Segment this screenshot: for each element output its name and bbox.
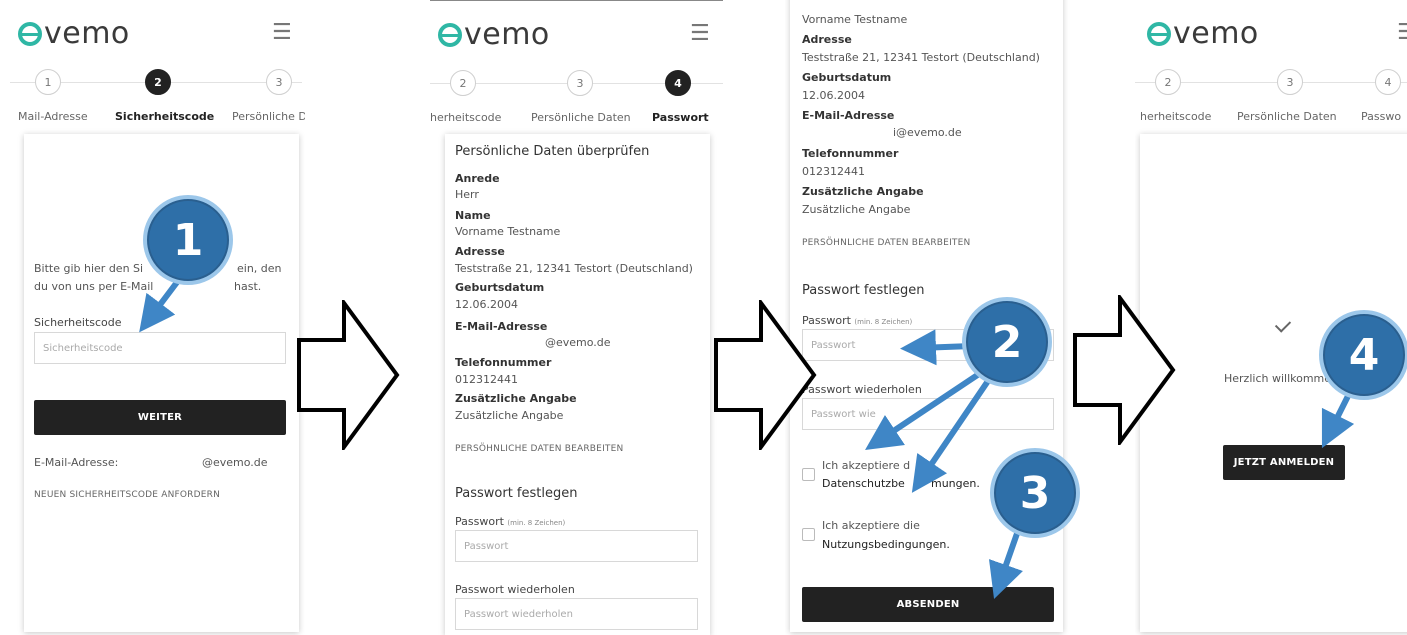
step-label-security: herheitscode — [1140, 110, 1212, 123]
step-2: 2 — [1155, 69, 1181, 95]
evemo-logo: vemo — [1147, 16, 1259, 51]
privacy-text-1: Ich akzeptiere d — [822, 459, 911, 472]
field-value-extra: Zusätzliche Angabe — [802, 203, 911, 216]
step-2: 2 — [450, 70, 476, 96]
review-title: Persönliche Daten überprüfen — [455, 144, 650, 159]
password-repeat-label: Passwort wiederholen — [455, 583, 575, 596]
password-label: Passwort (min. 8 Zeichen) — [455, 515, 566, 528]
password-input[interactable]: Passwort — [455, 530, 698, 562]
step-label-personal: Persönliche Daten — [1237, 110, 1337, 123]
step-label-security-code: Sicherheitscode — [115, 110, 215, 123]
password-title: Passwort festlegen — [455, 486, 578, 501]
password-repeat-input[interactable]: Passwort wiederholen — [455, 598, 698, 630]
field-value-birthdate: 12.06.2004 — [802, 89, 865, 102]
field-value-birthdate: 12.06.2004 — [455, 298, 518, 311]
review-card: Persönliche Daten überprüfen Anrede Herr… — [445, 134, 710, 635]
edit-personal-data-link[interactable]: PERSÖHNLICHE DATEN BEARBEITEN — [455, 444, 623, 454]
terms-link[interactable]: Nutzungsbedingungen. — [822, 538, 950, 551]
field-label-address: Adresse — [802, 33, 852, 46]
step-label-security: herheitscode — [430, 111, 502, 124]
screen-security-code: vemo ☰ 1 2 3 Mail-Adresse Sicherheitscod… — [0, 0, 305, 635]
step-label-personal: Persönliche D — [232, 110, 305, 123]
continue-button[interactable]: WEITER — [34, 400, 286, 435]
step-1: 1 — [35, 69, 61, 95]
field-value-phone: 012312441 — [802, 165, 865, 178]
step-4: 4 — [1375, 69, 1401, 95]
step-label-personal: Persönliche Daten — [531, 111, 631, 124]
field-value-extra: Zusätzliche Angabe — [455, 409, 564, 422]
instruction-text-1-end: ein, den — [237, 262, 282, 275]
step-label-password: Passwort — [652, 111, 709, 124]
field-value-address: Teststraße 21, 12341 Testort (Deutschlan… — [802, 51, 1040, 64]
step-4-active: 4 — [665, 70, 691, 96]
terms-checkbox[interactable] — [802, 528, 815, 541]
step-3: 3 — [266, 69, 292, 95]
submit-button[interactable]: ABSENDEN — [802, 587, 1054, 622]
hamburger-menu-icon[interactable]: ☰ — [1397, 20, 1407, 45]
instruction-text-1: Bitte gib hier den Si — [34, 262, 144, 275]
welcome-text: Herzlich willkomme — [1224, 372, 1332, 385]
evemo-logo: vemo — [18, 16, 130, 51]
field-label-birthdate: Geburtsdatum — [802, 71, 892, 84]
callout-badge-3: 3 — [990, 448, 1080, 538]
field-value-email: @evemo.de — [545, 336, 611, 349]
security-code-input[interactable]: Sicherheitscode — [34, 332, 286, 364]
logo-mark-icon — [438, 22, 462, 47]
hamburger-menu-icon[interactable]: ☰ — [272, 20, 292, 45]
step-label-password: Passwo — [1361, 110, 1402, 123]
field-value-phone: 012312441 — [455, 373, 518, 386]
flow-arrow-right-icon — [1073, 295, 1176, 445]
resend-code-link[interactable]: NEUEN SICHERHEITSCODE ANFORDERN — [34, 490, 220, 500]
flow-arrow-right-icon — [297, 300, 400, 450]
step-3: 3 — [1277, 69, 1303, 95]
field-label-email: E-Mail-Adresse — [455, 320, 548, 333]
email-label: E-Mail-Adresse: — [34, 456, 119, 469]
step-label-mail: Mail-Adresse — [18, 110, 88, 123]
checkmark-icon — [1274, 316, 1292, 333]
password-hint: (min. 8 Zeichen) — [854, 318, 913, 326]
field-value-email: i@evemo.de — [893, 126, 962, 139]
evemo-logo: vemo — [438, 17, 550, 52]
step-2-active: 2 — [145, 69, 171, 95]
screen-review-data: vemo ☰ 2 3 4 herheitscode Persönliche Da… — [430, 0, 723, 635]
callout-badge-1: 1 — [143, 195, 233, 285]
password-label: Passwort (min. 8 Zeichen) — [802, 314, 913, 327]
password-repeat-label: Passwort wiederholen — [802, 383, 922, 396]
email-value: @evemo.de — [202, 456, 268, 469]
field-label-extra: Zusätzliche Angabe — [455, 392, 577, 405]
step-3: 3 — [567, 70, 593, 96]
field-value-name: Vorname Testname — [802, 13, 908, 26]
login-now-button[interactable]: JETZT ANMELDEN — [1223, 445, 1345, 480]
logo-mark-icon — [18, 21, 42, 46]
password-title: Passwort festlegen — [802, 283, 925, 298]
field-label-phone: Telefonnummer — [802, 147, 899, 160]
field-label-extra: Zusätzliche Angabe — [802, 185, 924, 198]
field-label-salutation: Anrede — [455, 172, 500, 185]
field-value-name: Vorname Testname — [455, 225, 561, 238]
field-label-birthdate: Geburtsdatum — [455, 281, 545, 294]
privacy-link[interactable]: Datenschutzbe — [822, 477, 905, 490]
callout-badge-4: 4 — [1319, 310, 1407, 400]
hamburger-menu-icon[interactable]: ☰ — [690, 21, 710, 46]
terms-text-1: Ich akzeptiere die — [822, 519, 920, 532]
code-label: Sicherheitscode — [34, 316, 122, 329]
instruction-text-2: du von uns per E-Mail — [34, 280, 154, 293]
field-label-phone: Telefonnummer — [455, 356, 552, 369]
privacy-text-end: mungen. — [931, 477, 980, 490]
field-label-address: Adresse — [455, 245, 505, 258]
logo-mark-icon — [1147, 21, 1171, 46]
password-repeat-input[interactable]: Passwort wie — [802, 398, 1054, 430]
edit-personal-data-link[interactable]: PERSÖHNLICHE DATEN BEARBEITEN — [802, 238, 970, 248]
flow-arrow-right-icon — [714, 300, 817, 450]
instruction-text-2-end: hast. — [234, 280, 262, 293]
field-label-name: Name — [455, 209, 491, 222]
callout-badge-2: 2 — [962, 297, 1052, 387]
privacy-checkbox[interactable] — [802, 468, 815, 481]
password-hint: (min. 8 Zeichen) — [507, 519, 566, 527]
field-value-salutation: Herr — [455, 188, 479, 201]
field-value-address: Teststraße 21, 12341 Testort (Deutschlan… — [455, 262, 693, 275]
field-label-email: E-Mail-Adresse — [802, 109, 895, 122]
